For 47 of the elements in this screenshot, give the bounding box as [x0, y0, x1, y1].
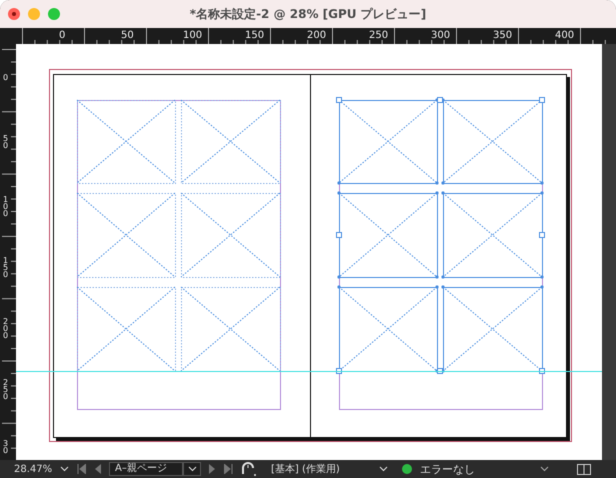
ruler-number: 100: [183, 30, 202, 41]
last-page-icon[interactable]: [224, 464, 233, 474]
selected-frame[interactable]: [337, 191, 439, 279]
ruler-number: 0: [3, 73, 8, 82]
previous-page-icon[interactable]: [94, 464, 101, 474]
chevron-icon[interactable]: [540, 466, 549, 472]
ruler-number: 150: [3, 256, 8, 279]
ruler-number: 0: [59, 30, 66, 41]
ruler-number: 50: [121, 30, 134, 41]
page-field[interactable]: A–親ページ: [109, 462, 183, 476]
selected-frame[interactable]: [441, 98, 544, 185]
window-title: *名称未設定-2 @ 28% [GPU プレビュー]: [188, 6, 428, 22]
first-page-icon[interactable]: [77, 464, 86, 474]
ruler-number: 200: [307, 30, 326, 41]
placeholder-frame[interactable]: [76, 100, 176, 184]
preflight-icon[interactable]: [241, 462, 257, 476]
selected-frame[interactable]: [337, 285, 439, 373]
ruler-number: 100: [3, 195, 8, 218]
selection-handles[interactable]: [336, 97, 545, 374]
close-button[interactable]: [8, 8, 20, 20]
status-dot: [402, 464, 412, 474]
ruler-number: 250: [369, 30, 388, 41]
page-dropdown[interactable]: [183, 462, 201, 476]
preflight-status: エラーなし: [420, 462, 476, 476]
spread-view-icon[interactable]: [577, 464, 591, 474]
selected-frame[interactable]: [441, 285, 544, 373]
scrollbar[interactable]: [602, 44, 616, 460]
selected-frame[interactable]: [337, 98, 439, 185]
ruler-number: 50: [3, 134, 8, 150]
preflight-profile[interactable]: [基本] (作業用): [271, 462, 371, 476]
ruler-number: 200: [3, 317, 8, 340]
zoom-button[interactable]: [48, 8, 60, 20]
ruler-number: 400: [555, 30, 574, 41]
placeholder-frame[interactable]: [180, 100, 281, 184]
selected-frame[interactable]: [441, 191, 544, 279]
chevron-icon: [188, 466, 196, 472]
placeholder-frame[interactable]: [180, 192, 281, 278]
ruler-number: 300: [431, 30, 450, 41]
next-page-icon[interactable]: [209, 464, 216, 474]
ruler-number: 350: [493, 30, 512, 41]
placeholder-frame[interactable]: [180, 286, 281, 372]
ruler-number: 150: [245, 30, 264, 41]
ruler-number: 30: [3, 439, 8, 455]
zoom-level[interactable]: 28.47%: [14, 462, 52, 476]
placeholder-frame[interactable]: [76, 286, 176, 372]
ruler-number: 250: [3, 378, 8, 401]
placeholder-frame[interactable]: [76, 192, 176, 278]
